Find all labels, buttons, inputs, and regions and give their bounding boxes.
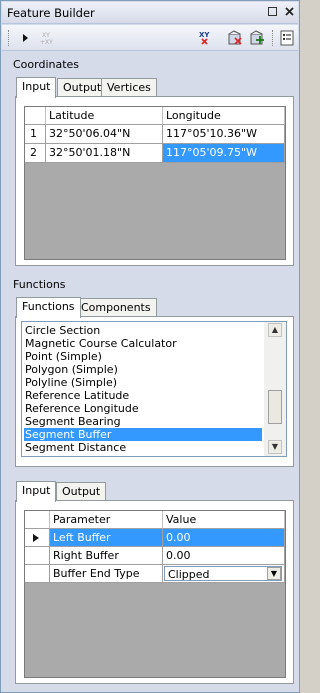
- add-features-icon[interactable]: [248, 29, 266, 47]
- longitude-cell[interactable]: 117°05'10.36"W: [163, 125, 285, 144]
- toolbar-separator: [272, 30, 274, 46]
- row-number[interactable]: 1: [25, 125, 46, 144]
- row-header[interactable]: [25, 565, 50, 583]
- toolbar-grip: [8, 30, 10, 46]
- parameters-grid: Parameter Value Left Buffer 0.00 Right B…: [24, 510, 286, 678]
- longitude-cell-selected[interactable]: 117°05'09.75"W: [163, 144, 285, 163]
- window-title: Feature Builder: [7, 6, 95, 20]
- parameter-name-selected[interactable]: Left Buffer: [50, 529, 163, 547]
- chevron-down-icon[interactable]: ▼: [267, 567, 281, 580]
- parameter-value[interactable]: 0.00: [163, 547, 285, 565]
- parameter-name[interactable]: Right Buffer: [50, 547, 163, 565]
- tab-parameters-output[interactable]: Output: [56, 482, 107, 501]
- title-bar: Feature Builder: [2, 2, 298, 24]
- column-header-parameter[interactable]: Parameter: [50, 511, 163, 529]
- svg-text:XY: XY: [45, 39, 53, 46]
- properties-icon[interactable]: [278, 29, 296, 47]
- parameters-tab-panel: Parameter Value Left Buffer 0.00 Right B…: [15, 500, 294, 684]
- svg-text:XY: XY: [42, 32, 50, 39]
- list-item[interactable]: Segment Distance: [24, 441, 126, 454]
- grid-corner: [25, 107, 46, 125]
- scroll-down-icon[interactable]: ▼: [268, 440, 282, 454]
- column-header-value[interactable]: Value: [163, 511, 285, 529]
- buffer-end-type-cell: Clipped ▼: [163, 565, 285, 583]
- functions-tab-panel: Circle Section Magnetic Course Calculato…: [15, 316, 294, 467]
- scroll-up-icon[interactable]: ▲: [268, 323, 282, 337]
- tab-coordinates-output[interactable]: Output: [57, 78, 108, 97]
- row-number[interactable]: 2: [25, 144, 46, 163]
- play-icon[interactable]: [16, 29, 34, 47]
- tab-functions[interactable]: Functions: [16, 297, 81, 318]
- list-item[interactable]: Segment Bearing: [24, 415, 121, 428]
- parameter-name[interactable]: Buffer End Type: [50, 565, 163, 583]
- functions-scrollbar[interactable]: ▲ ▼: [264, 322, 286, 456]
- functions-label: Functions: [13, 278, 66, 291]
- list-item[interactable]: Polyline (Simple): [24, 376, 117, 389]
- row-pointer-icon: [25, 529, 50, 547]
- latitude-cell[interactable]: 32°50'06.04"N: [46, 125, 163, 144]
- delete-features-icon[interactable]: [226, 29, 244, 47]
- coordinates-label: Coordinates: [13, 58, 80, 71]
- list-item[interactable]: Magnetic Course Calculator: [24, 337, 177, 350]
- xy-remove-icon[interactable]: XY: [196, 29, 214, 47]
- functions-list[interactable]: Circle Section Magnetic Course Calculato…: [21, 321, 287, 457]
- toolbar: XY + XY XY: [2, 25, 298, 51]
- feature-builder-window: Feature Builder XY + XY XY Coordinates I…: [0, 0, 300, 693]
- list-item-selected[interactable]: Segment Buffer: [24, 428, 262, 441]
- coordinates-tab-panel: Latitude Longitude 1 32°50'06.04"N 117°0…: [15, 96, 294, 266]
- list-item[interactable]: Point (Simple): [24, 350, 102, 363]
- tab-components[interactable]: Components: [75, 298, 157, 317]
- list-item[interactable]: Reference Longitude: [24, 402, 139, 415]
- coordinates-grid: Latitude Longitude 1 32°50'06.04"N 117°0…: [24, 106, 286, 260]
- scroll-thumb[interactable]: [268, 390, 282, 424]
- latitude-cell[interactable]: 32°50'01.18"N: [46, 144, 163, 163]
- parameter-value-selected[interactable]: 0.00: [163, 529, 285, 547]
- close-icon[interactable]: [283, 6, 296, 19]
- svg-text:XY: XY: [199, 31, 210, 39]
- list-item[interactable]: Circle Section: [24, 324, 100, 337]
- list-item[interactable]: Reference Latitude: [24, 389, 129, 402]
- column-header-latitude[interactable]: Latitude: [46, 107, 163, 125]
- buffer-end-type-select[interactable]: Clipped: [164, 566, 282, 581]
- column-header-longitude[interactable]: Longitude: [163, 107, 285, 125]
- tab-parameters-input[interactable]: Input: [16, 481, 57, 502]
- tab-coordinates-input[interactable]: Input: [16, 77, 57, 98]
- tab-coordinates-vertices[interactable]: Vertices: [101, 78, 157, 97]
- pin-icon[interactable]: [266, 6, 279, 19]
- grid-corner: [25, 511, 50, 529]
- xy-disabled-icon[interactable]: XY + XY: [38, 29, 64, 47]
- list-item[interactable]: Polygon (Simple): [24, 363, 118, 376]
- buffer-end-type-value: Clipped: [168, 568, 210, 581]
- row-header[interactable]: [25, 547, 50, 565]
